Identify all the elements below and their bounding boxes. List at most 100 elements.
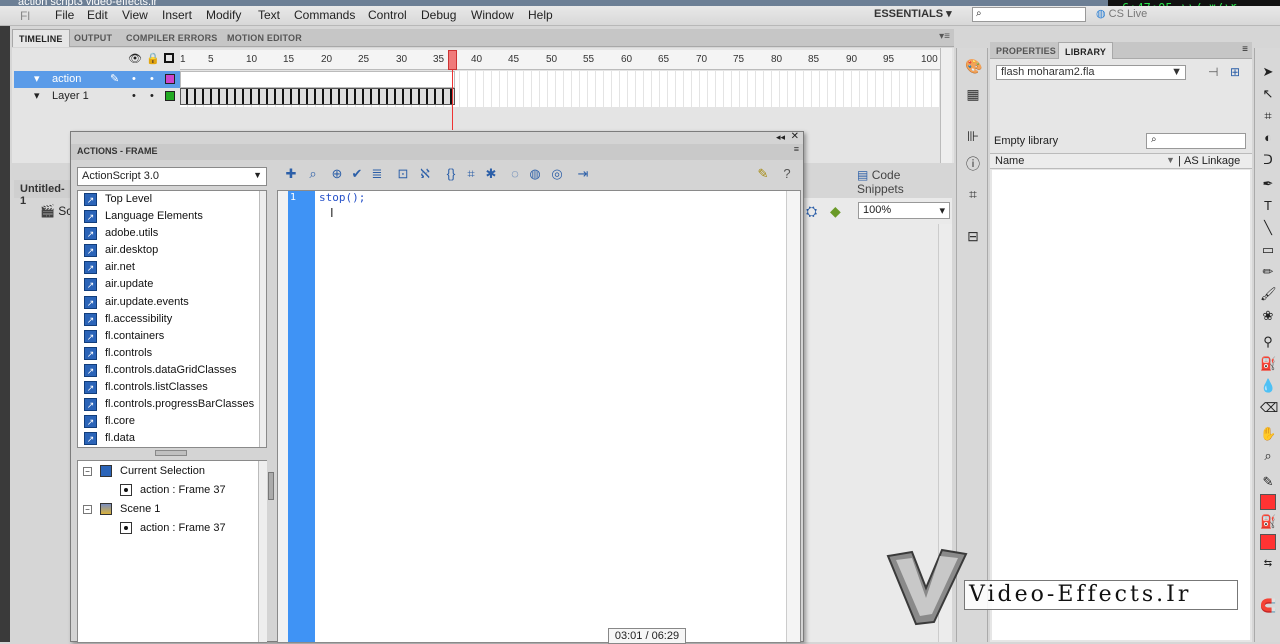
menu-modify[interactable]: Modify: [206, 6, 241, 24]
swatches-icon[interactable]: ▦: [965, 86, 981, 102]
color-icon[interactable]: 🎨: [965, 58, 982, 74]
editor-scrollbar[interactable]: [786, 191, 800, 642]
toolbox-item[interactable]: ↗ Top Level: [78, 191, 266, 208]
lock-dot[interactable]: •: [150, 88, 154, 105]
find-icon[interactable]: ⌕: [305, 166, 321, 182]
toolbox-item[interactable]: ↗ Language Elements: [78, 208, 266, 225]
pane-split-handle[interactable]: [155, 450, 187, 456]
help-search-input[interactable]: ⌕: [972, 7, 1086, 22]
layer1-frames[interactable]: [180, 88, 455, 105]
script-editor[interactable]: 1 stop(); I: [277, 190, 801, 643]
new-library-icon[interactable]: ⊞: [1230, 65, 1240, 79]
hand-tool-icon[interactable]: ✋: [1260, 426, 1276, 442]
info-icon[interactable]: ⓘ: [965, 156, 981, 172]
deco-tool-icon[interactable]: ❀: [1260, 308, 1276, 324]
toolbox-item[interactable]: ↗ air.net: [78, 259, 266, 276]
components-icon[interactable]: ⊟: [965, 228, 981, 244]
panel-menu-icon[interactable]: ▾≡: [939, 31, 950, 42]
collapse-icon[interactable]: −: [83, 504, 92, 514]
tab-motion-editor[interactable]: MOTION EDITOR: [221, 29, 308, 47]
menu-commands[interactable]: Commands: [294, 6, 355, 24]
lock-dot[interactable]: •: [150, 71, 154, 88]
add-statement-icon[interactable]: ✚: [283, 166, 299, 182]
layer-row-action[interactable]: ▾ action ✎ • •: [14, 71, 180, 88]
apply-block-comment-icon[interactable]: ◌: [507, 166, 523, 182]
playhead[interactable]: [448, 50, 457, 70]
layer-color-swatch[interactable]: [165, 74, 175, 84]
collapse-selection-icon[interactable]: ⌗: [463, 166, 479, 182]
workspace-switcher[interactable]: ESSENTIALS ▾: [874, 7, 952, 20]
stroke-swatch[interactable]: [1260, 494, 1276, 510]
selection-tool-icon[interactable]: ➤: [1260, 64, 1276, 80]
visibility-dot[interactable]: •: [132, 71, 136, 88]
toolbox-item[interactable]: ↗ fl.containers: [78, 328, 266, 345]
toolbox-item[interactable]: ↗ fl.core: [78, 413, 266, 430]
toolbox-item[interactable]: ↗ air.update: [78, 276, 266, 293]
align-icon[interactable]: ⊪: [965, 128, 981, 144]
transform-icon[interactable]: ⌗: [965, 186, 981, 202]
document-tab[interactable]: Untitled-1: [14, 180, 74, 207]
column-name[interactable]: Name: [995, 155, 1024, 167]
code-snippets-button[interactable]: ▤ Code Snippets: [857, 168, 904, 196]
menu-control[interactable]: Control: [368, 6, 407, 24]
menu-view[interactable]: View: [122, 6, 148, 24]
toolbox-item[interactable]: ↗ fl.controls.progressBarClasses: [78, 396, 266, 413]
eraser-tool-icon[interactable]: ⌫: [1260, 400, 1278, 416]
brush-tool-icon[interactable]: 🖌: [1260, 286, 1277, 302]
help-icon[interactable]: ?: [779, 166, 795, 182]
outline-icon[interactable]: [164, 53, 174, 63]
show-hide-toolbox-icon[interactable]: ⇥: [575, 166, 591, 182]
menu-help[interactable]: Help: [528, 6, 553, 24]
layer-color-swatch[interactable]: [165, 91, 175, 101]
bone-tool-icon[interactable]: ⚲: [1260, 334, 1276, 350]
navigator-scrollbar[interactable]: [258, 461, 267, 642]
lock-icon[interactable]: 🔒: [146, 52, 160, 65]
tree-node-frame[interactable]: action : Frame 37: [120, 522, 226, 535]
edit-symbols-icon[interactable]: ⛭: [806, 203, 817, 220]
rectangle-tool-icon[interactable]: ▭: [1260, 242, 1276, 258]
toolbox-item[interactable]: ↗ air.desktop: [78, 242, 266, 259]
editor-gutter[interactable]: [278, 191, 288, 642]
stroke-color-icon[interactable]: ✎: [1260, 474, 1276, 490]
tree-node-scene[interactable]: − Scene 1: [83, 503, 160, 516]
pin-icon[interactable]: ⊣: [1208, 65, 1218, 79]
subselection-tool-icon[interactable]: ↖: [1260, 86, 1276, 102]
toolbox-item[interactable]: ↗ fl.controls.listClasses: [78, 379, 266, 396]
toolbox-item[interactable]: ↗ fl.controls.dataGridClasses: [78, 362, 266, 379]
toolbox-item[interactable]: ↗ fl.controls: [78, 345, 266, 362]
pencil-tool-icon[interactable]: ✏: [1260, 264, 1276, 280]
vertical-splitter[interactable]: [267, 192, 275, 642]
code-text[interactable]: stop();: [319, 191, 365, 204]
layer-row-layer1[interactable]: ▾ Layer 1 • •: [14, 88, 180, 105]
fill-swatch[interactable]: [1260, 534, 1276, 550]
eye-icon[interactable]: 👁: [128, 52, 142, 65]
panel-menu-icon[interactable]: ≡: [1242, 44, 1248, 55]
remove-comment-icon[interactable]: ◎: [549, 166, 565, 182]
show-code-hint-icon[interactable]: ⊡: [395, 166, 411, 182]
actionscript-version-select[interactable]: ActionScript 3.0 ▼: [77, 167, 267, 186]
pen-tool-icon[interactable]: ✒: [1260, 176, 1276, 192]
action-frames[interactable]: [180, 71, 455, 88]
text-tool-icon[interactable]: T: [1260, 198, 1276, 214]
apply-line-comment-icon[interactable]: ◍: [527, 166, 543, 182]
tab-timeline[interactable]: TIMELINE: [12, 29, 70, 47]
library-document-select[interactable]: flash moharam2.fla ▼: [996, 65, 1186, 80]
menu-edit[interactable]: Edit: [87, 6, 108, 24]
splitter-grip[interactable]: [268, 472, 274, 500]
library-search-input[interactable]: ⌕: [1146, 133, 1246, 149]
tab-library[interactable]: LIBRARY: [1058, 42, 1114, 60]
menu-insert[interactable]: Insert: [162, 6, 192, 24]
tab-compiler-errors[interactable]: COMPILER ERRORS: [120, 29, 224, 47]
menu-debug[interactable]: Debug: [421, 6, 456, 24]
column-linkage[interactable]: AS Linkage: [1184, 155, 1240, 167]
menu-text[interactable]: Text: [258, 6, 280, 24]
line-tool-icon[interactable]: ╲: [1260, 220, 1276, 236]
3d-rotation-icon[interactable]: ◐: [1260, 130, 1276, 146]
tree-node-current-selection[interactable]: − Current Selection: [83, 465, 205, 478]
timeline-scrollbar[interactable]: [940, 48, 952, 163]
tab-output[interactable]: OUTPUT: [68, 29, 118, 47]
scene-breadcrumb[interactable]: 🎬 Sc: [40, 204, 72, 218]
auto-format-icon[interactable]: ≣: [369, 166, 385, 182]
toolbox-item[interactable]: ↗ adobe.utils: [78, 225, 266, 242]
collapse-braces-icon[interactable]: {}: [443, 166, 459, 182]
